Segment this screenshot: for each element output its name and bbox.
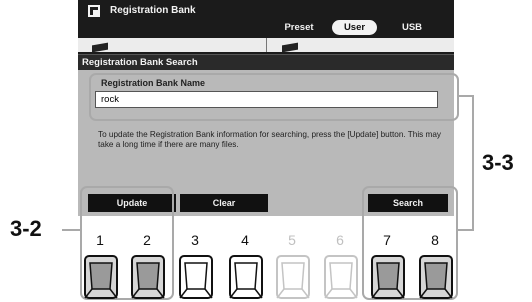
button-number: 6 (336, 232, 344, 248)
name-field-highlight (89, 73, 459, 121)
panel-button-3[interactable] (179, 255, 213, 299)
callout-label-3-3: 3-3 (482, 150, 514, 175)
registration-bank-icon (88, 5, 100, 17)
file-icon (282, 42, 298, 53)
panel-button-5[interactable] (276, 255, 310, 299)
button-number: 8 (431, 232, 439, 248)
tab-user[interactable]: User (332, 20, 377, 35)
callout-line (472, 95, 474, 231)
panel-button-7[interactable] (371, 255, 405, 299)
tab-usb[interactable]: USB (390, 20, 434, 35)
panel-button-2[interactable] (131, 255, 165, 299)
panel-button-1[interactable] (84, 255, 118, 299)
button-number: 7 (383, 232, 391, 248)
tab-preset[interactable]: Preset (278, 20, 320, 35)
dialog-title: Registration Bank Search (78, 54, 454, 70)
file-list (78, 38, 454, 53)
clear-button[interactable]: Clear (180, 194, 268, 212)
panel-button-8[interactable] (419, 255, 453, 299)
info-text: To update the Registration Bank informat… (98, 130, 442, 149)
file-icon (92, 42, 108, 53)
button-number: 3 (191, 232, 199, 248)
button-number: 2 (143, 232, 151, 248)
file-item[interactable] (268, 38, 454, 53)
callout-label-3-2: 3-2 (10, 216, 42, 241)
panel-button-4[interactable] (229, 255, 263, 299)
callout-line (459, 95, 473, 97)
title-bar: Registration Bank (78, 0, 454, 22)
app-title: Registration Bank (110, 5, 196, 16)
callout-line (62, 229, 80, 231)
callout-line (458, 229, 474, 231)
file-item[interactable] (78, 38, 267, 53)
panel-button-6[interactable] (324, 255, 358, 299)
button-number: 4 (241, 232, 249, 248)
button-number: 1 (96, 232, 104, 248)
button-number: 5 (288, 232, 296, 248)
